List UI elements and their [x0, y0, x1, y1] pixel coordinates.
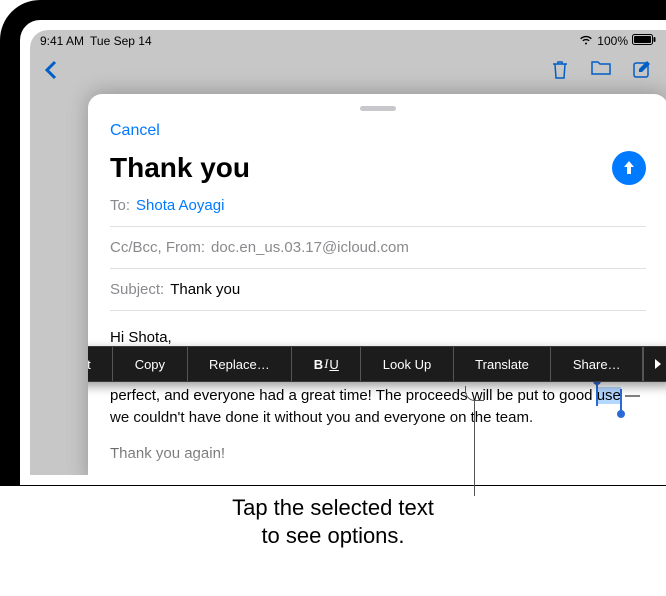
- menu-biu[interactable]: BIU: [292, 347, 361, 381]
- selection-end-handle[interactable]: [620, 389, 622, 411]
- cc-label: Cc/Bcc, From:: [110, 239, 205, 256]
- menu-copy[interactable]: Copy: [113, 347, 187, 381]
- to-field[interactable]: To: Shota Aoyagi: [110, 185, 646, 227]
- text-selection[interactable]: use: [597, 387, 621, 404]
- to-value: Shota Aoyagi: [136, 197, 224, 214]
- menu-more-icon[interactable]: [643, 347, 666, 381]
- callout-line1: Tap the selected text: [0, 494, 666, 522]
- selection-start-handle[interactable]: [596, 384, 598, 406]
- to-label: To:: [110, 197, 130, 214]
- cancel-button[interactable]: Cancel: [110, 122, 160, 140]
- callout-line2: to see options.: [0, 522, 666, 550]
- subject-label: Subject:: [110, 281, 164, 298]
- ccbcc-field[interactable]: Cc/Bcc, From: doc.en_us.03.17@icloud.com: [110, 227, 646, 269]
- menu-translate[interactable]: Translate: [454, 347, 552, 381]
- compose-title: Thank you: [110, 152, 250, 184]
- body-closing: Thank you again!: [110, 443, 646, 465]
- selected-text: use: [597, 387, 621, 404]
- menu-cut[interactable]: Cut: [88, 347, 113, 381]
- menu-lookup[interactable]: Look Up: [361, 347, 453, 381]
- email-body[interactable]: Hi Shota, Thanks so much for helping out…: [110, 311, 646, 465]
- callout-text: Tap the selected text to see options.: [0, 494, 666, 550]
- subject-value: Thank you: [170, 281, 240, 298]
- compose-sheet: Cancel Thank you To: Shota Aoyagi Cc/Bcc…: [88, 94, 666, 475]
- menu-share[interactable]: Share…: [551, 347, 643, 381]
- callout-leader: [474, 400, 475, 496]
- send-button[interactable]: [612, 151, 646, 185]
- cc-value: doc.en_us.03.17@icloud.com: [211, 239, 409, 256]
- sheet-grabber[interactable]: [360, 106, 396, 111]
- subject-field[interactable]: Subject: Thank you: [110, 269, 646, 311]
- text-edit-menu: Cut Copy Replace… BIU Look Up Translate …: [88, 346, 666, 382]
- menu-replace[interactable]: Replace…: [188, 347, 293, 381]
